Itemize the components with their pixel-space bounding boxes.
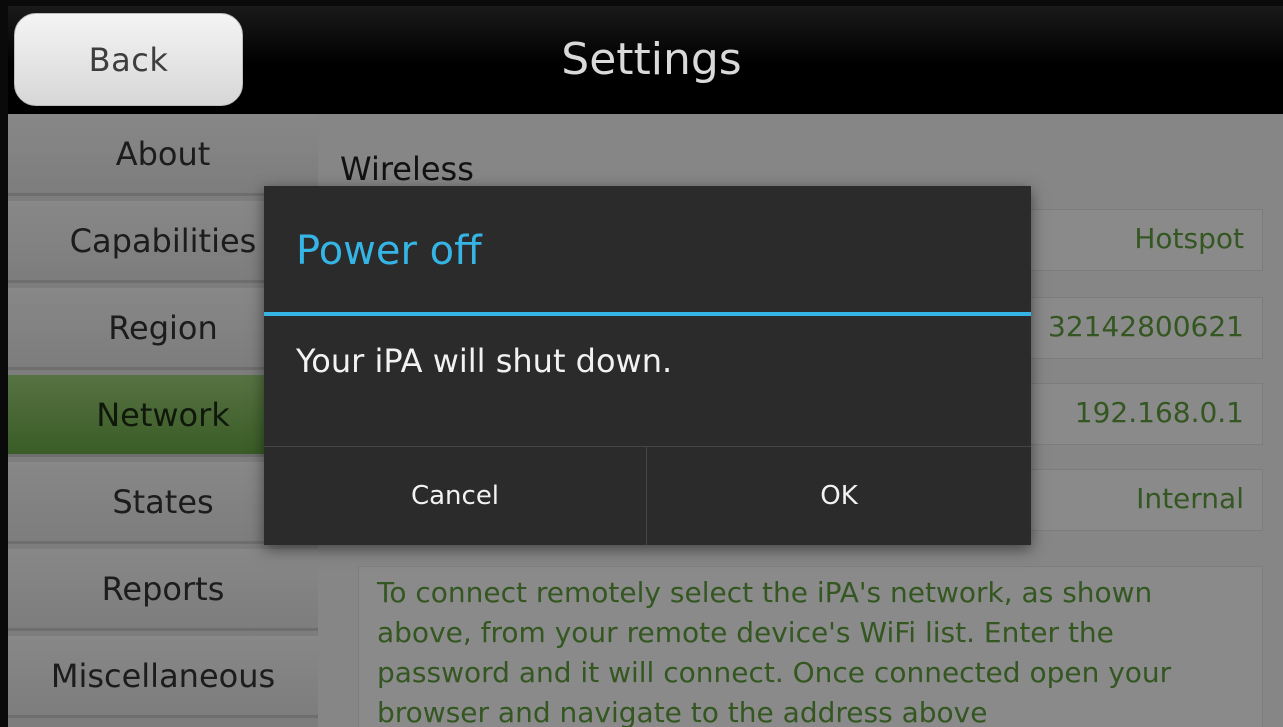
cancel-button[interactable]: Cancel — [264, 447, 646, 545]
header-bar: Back Settings — [8, 6, 1283, 114]
ok-button[interactable]: OK — [647, 447, 1031, 545]
dialog-title: Power off — [296, 228, 482, 274]
dialog-message: Your iPA will shut down. — [296, 342, 673, 380]
page-title: Settings — [561, 34, 742, 85]
dialog-title-divider — [264, 312, 1031, 316]
power-off-dialog: Power off Your iPA will shut down. Cance… — [264, 186, 1031, 545]
